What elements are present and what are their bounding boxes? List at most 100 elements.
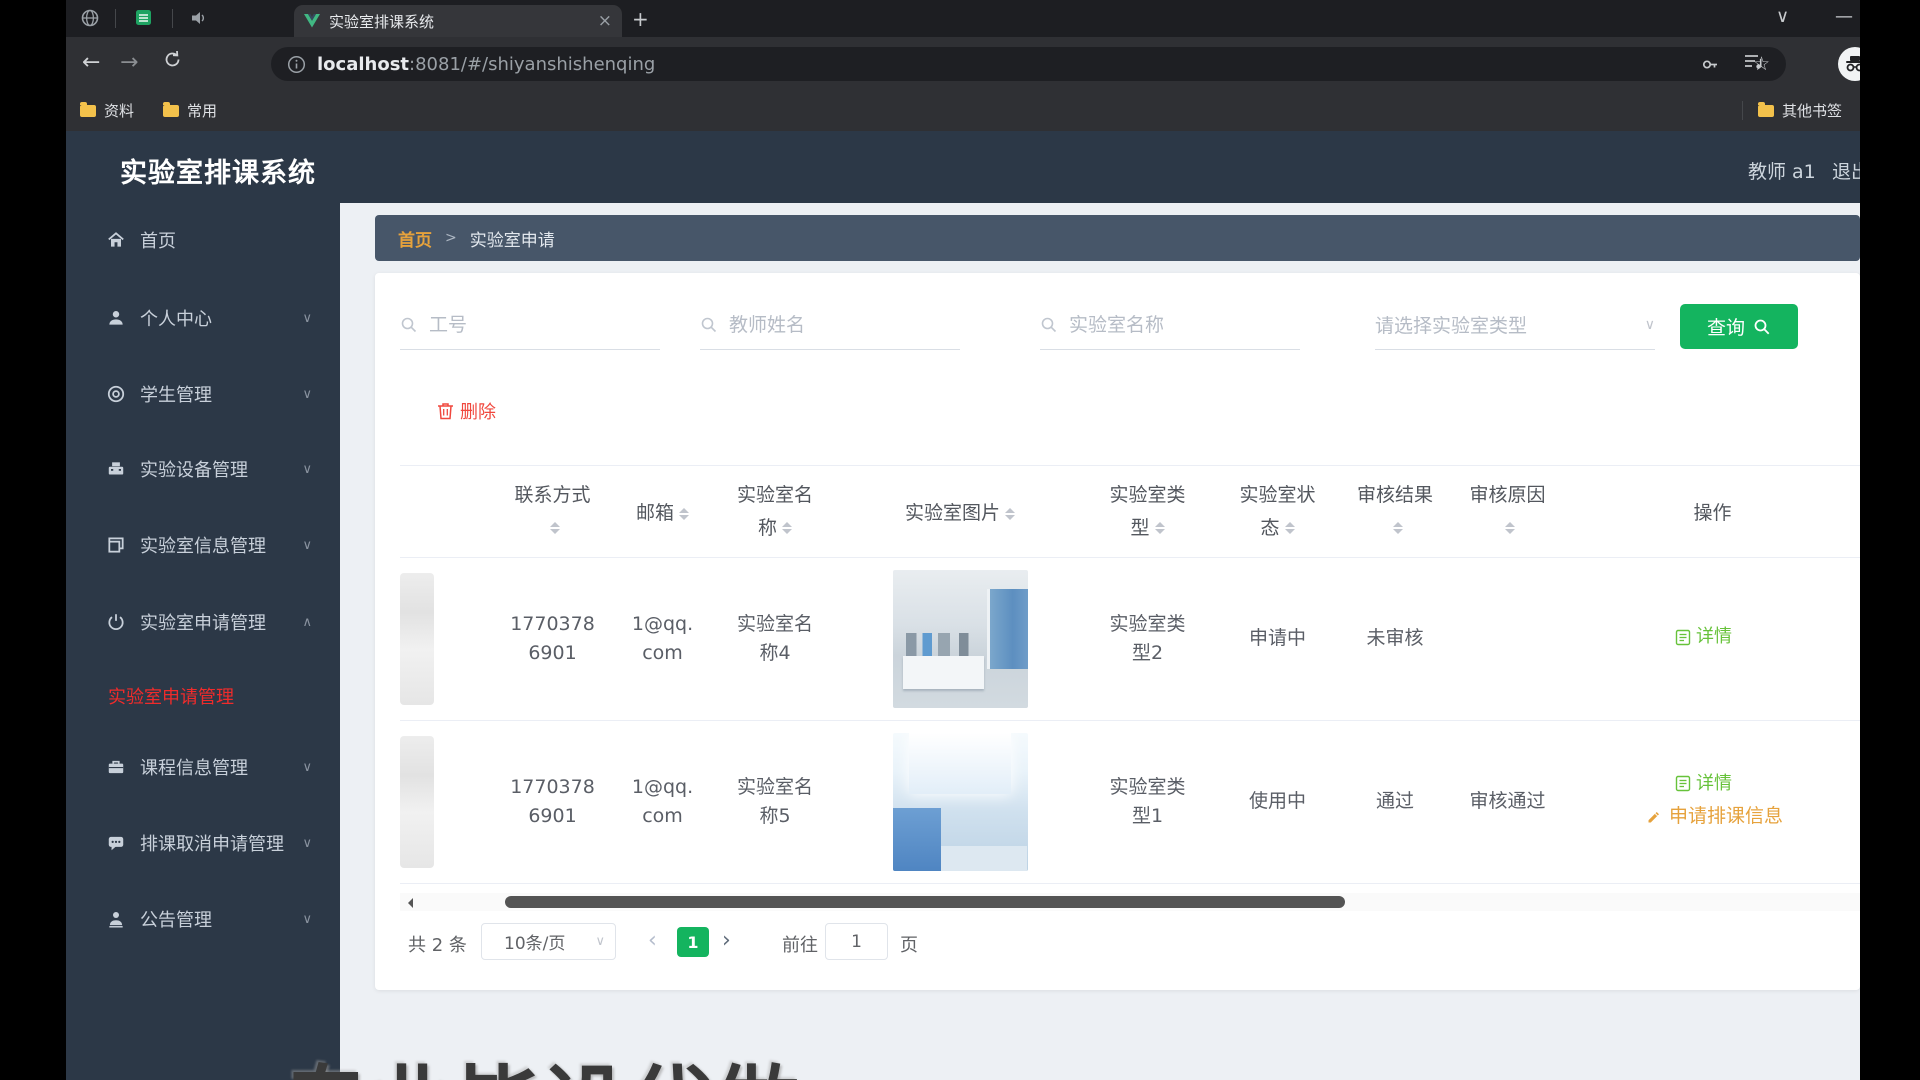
lab-photo[interactable] <box>892 733 1028 871</box>
table-row[interactable]: 17703786901 1@qq.com 实验室名称4 实验室类型2 申请中 未… <box>400 557 1860 721</box>
column-header-audit-reason[interactable]: 审核原因 <box>1450 465 1565 558</box>
reading-list-icon[interactable] <box>1743 52 1763 72</box>
lab-type-select[interactable]: 请选择实验室类型 ∨ <box>1375 300 1655 350</box>
sidebar-item-home[interactable]: 首页 <box>66 214 340 266</box>
forward-icon[interactable]: → <box>120 51 138 75</box>
lab-photo[interactable] <box>892 570 1028 708</box>
sort-icon[interactable] <box>782 517 792 539</box>
watermark-text: 专业毕设代做 <box>283 1036 799 1080</box>
breadcrumb-home[interactable]: 首页 <box>398 226 432 251</box>
detail-link[interactable]: 详情 <box>1675 623 1732 651</box>
equipment-icon <box>105 458 127 480</box>
tab-close-icon[interactable]: × <box>598 11 612 31</box>
left-black-bar <box>0 0 66 1080</box>
sidebar-item-announcements[interactable]: 公告管理 ∨ <box>66 893 340 945</box>
chevron-down-icon: ∨ <box>302 911 312 927</box>
sidebar-item-lab-info[interactable]: 实验室信息管理 ∨ <box>66 519 340 571</box>
lab-name-input[interactable] <box>1067 312 1300 337</box>
chevron-down-icon: ∨ <box>302 759 312 775</box>
logout-link[interactable]: 退出 <box>1832 157 1860 184</box>
bookmark-item[interactable]: 资料 <box>80 100 134 121</box>
bookmark-item[interactable]: 常用 <box>163 100 217 121</box>
sheet-icon[interactable] <box>135 9 152 26</box>
search-icon <box>700 316 718 334</box>
column-header-lab-name[interactable]: 实验室名称 <box>710 465 840 558</box>
window-menu-icon[interactable]: ∨ <box>1776 6 1789 27</box>
column-header-audit-result[interactable]: 审核结果 <box>1340 465 1450 558</box>
pagination-total: 共 2 条 <box>408 935 467 956</box>
search-button[interactable]: 查询 <box>1680 304 1798 349</box>
chevron-down-icon: ∨ <box>302 310 312 326</box>
apply-schedule-link[interactable]: 申请排课信息 <box>1646 802 1783 831</box>
sidebar-item-equipment[interactable]: 实验设备管理 ∨ <box>66 443 340 495</box>
search-field-worker-id[interactable] <box>400 300 660 350</box>
other-bookmarks[interactable]: 其他书签 <box>1758 100 1842 121</box>
cell-lab-image <box>840 557 1080 721</box>
scrollbar-left-arrow-icon[interactable] <box>403 898 413 908</box>
goto-page-input[interactable]: 1 <box>825 923 888 960</box>
cell-lab-status: 使用中 <box>1215 720 1340 884</box>
sort-icon[interactable] <box>550 517 560 539</box>
briefcase-icon <box>105 756 127 778</box>
cell-actions: 详情 申请排课信息 <box>1565 720 1860 884</box>
document-icon <box>1675 775 1691 792</box>
speaker-icon[interactable] <box>190 9 208 27</box>
browser-tab[interactable]: 实验室排课系统 × <box>294 5 622 37</box>
page-number-current[interactable]: 1 <box>677 927 709 957</box>
sidebar-item-course[interactable]: 课程信息管理 ∨ <box>66 741 340 793</box>
row-watermark-cell <box>400 720 490 884</box>
pencil-icon <box>1648 811 1659 823</box>
sort-icon[interactable] <box>1154 517 1165 539</box>
sidebar-item-students[interactable]: 学生管理 ∨ <box>66 368 340 420</box>
minimize-icon[interactable]: — <box>1835 6 1853 27</box>
info-icon[interactable] <box>287 55 306 74</box>
page-size-select[interactable]: 10条/页 ∨ <box>481 923 616 960</box>
key-icon[interactable] <box>1700 54 1721 75</box>
cell-lab-status: 申请中 <box>1215 557 1340 721</box>
detail-link[interactable]: 详情 <box>1675 770 1732 798</box>
back-icon[interactable]: ← <box>82 51 100 75</box>
column-header-contact[interactable]: 联系方式 <box>490 465 615 558</box>
prev-page-button[interactable]: ‹ <box>648 926 657 956</box>
next-page-button[interactable]: › <box>722 926 731 956</box>
teacher-name-input[interactable] <box>727 312 960 337</box>
sort-icon[interactable] <box>1284 517 1295 539</box>
target-icon <box>105 383 127 405</box>
screen: 实验室排课系统 × + ∨ — ← → localhost :8081/#/sh… <box>0 0 1920 1080</box>
search-icon <box>1040 316 1058 334</box>
goto-page-value: 1 <box>851 931 862 952</box>
column-header-lab-status[interactable]: 实验室状态 <box>1215 465 1340 558</box>
sidebar-label: 排课取消申请管理 <box>140 834 284 855</box>
address-bar[interactable]: localhost :8081/#/shiyanshishenqing ☆ <box>271 47 1786 81</box>
sidebar-item-profile[interactable]: 个人中心 ∨ <box>66 292 340 344</box>
column-header-lab-image[interactable]: 实验室图片 <box>840 465 1080 558</box>
globe-icon[interactable] <box>80 8 100 28</box>
bookmark-label: 资料 <box>104 102 135 120</box>
column-header-lab-type[interactable]: 实验室类型 <box>1080 465 1215 558</box>
row-watermark <box>400 573 434 705</box>
sort-icon[interactable] <box>1505 517 1515 539</box>
sidebar-item-cancel-apply[interactable]: 排课取消申请管理 ∨ <box>66 817 340 869</box>
sidebar-sub-label: 实验室申请管理 <box>108 687 234 708</box>
sort-icon[interactable] <box>1392 517 1403 539</box>
delete-button[interactable]: 删除 <box>437 398 496 424</box>
cell-audit-reason: 审核通过 <box>1450 720 1565 884</box>
reload-icon[interactable] <box>162 49 183 70</box>
search-field-teacher-name[interactable] <box>700 300 960 350</box>
sidebar-item-lab-apply[interactable]: 实验室申请管理 ∧ <box>66 596 340 648</box>
column-header-email[interactable]: 邮箱 <box>615 465 710 558</box>
cell-actions: 详情 <box>1565 557 1860 721</box>
scrollbar-thumb[interactable] <box>505 896 1345 908</box>
chevron-down-icon: ∨ <box>595 934 605 949</box>
sidebar-subitem-lab-apply-manage[interactable]: 实验室申请管理 <box>108 676 328 716</box>
new-tab-button[interactable]: + <box>632 7 649 31</box>
sort-icon[interactable] <box>679 503 689 525</box>
chevron-down-icon: ∨ <box>302 537 312 553</box>
lab-type-placeholder: 请选择实验室类型 <box>1375 315 1528 337</box>
breadcrumb-current: 实验室申请 <box>469 230 555 251</box>
search-field-lab-name[interactable] <box>1040 300 1300 350</box>
user-label[interactable]: 教师 a1 <box>1748 157 1816 184</box>
sort-icon[interactable] <box>1005 503 1015 525</box>
worker-id-input[interactable] <box>427 312 660 337</box>
table-row[interactable]: 17703786901 1@qq.com 实验室名称5 实验室类型1 使用中 通… <box>400 720 1860 884</box>
